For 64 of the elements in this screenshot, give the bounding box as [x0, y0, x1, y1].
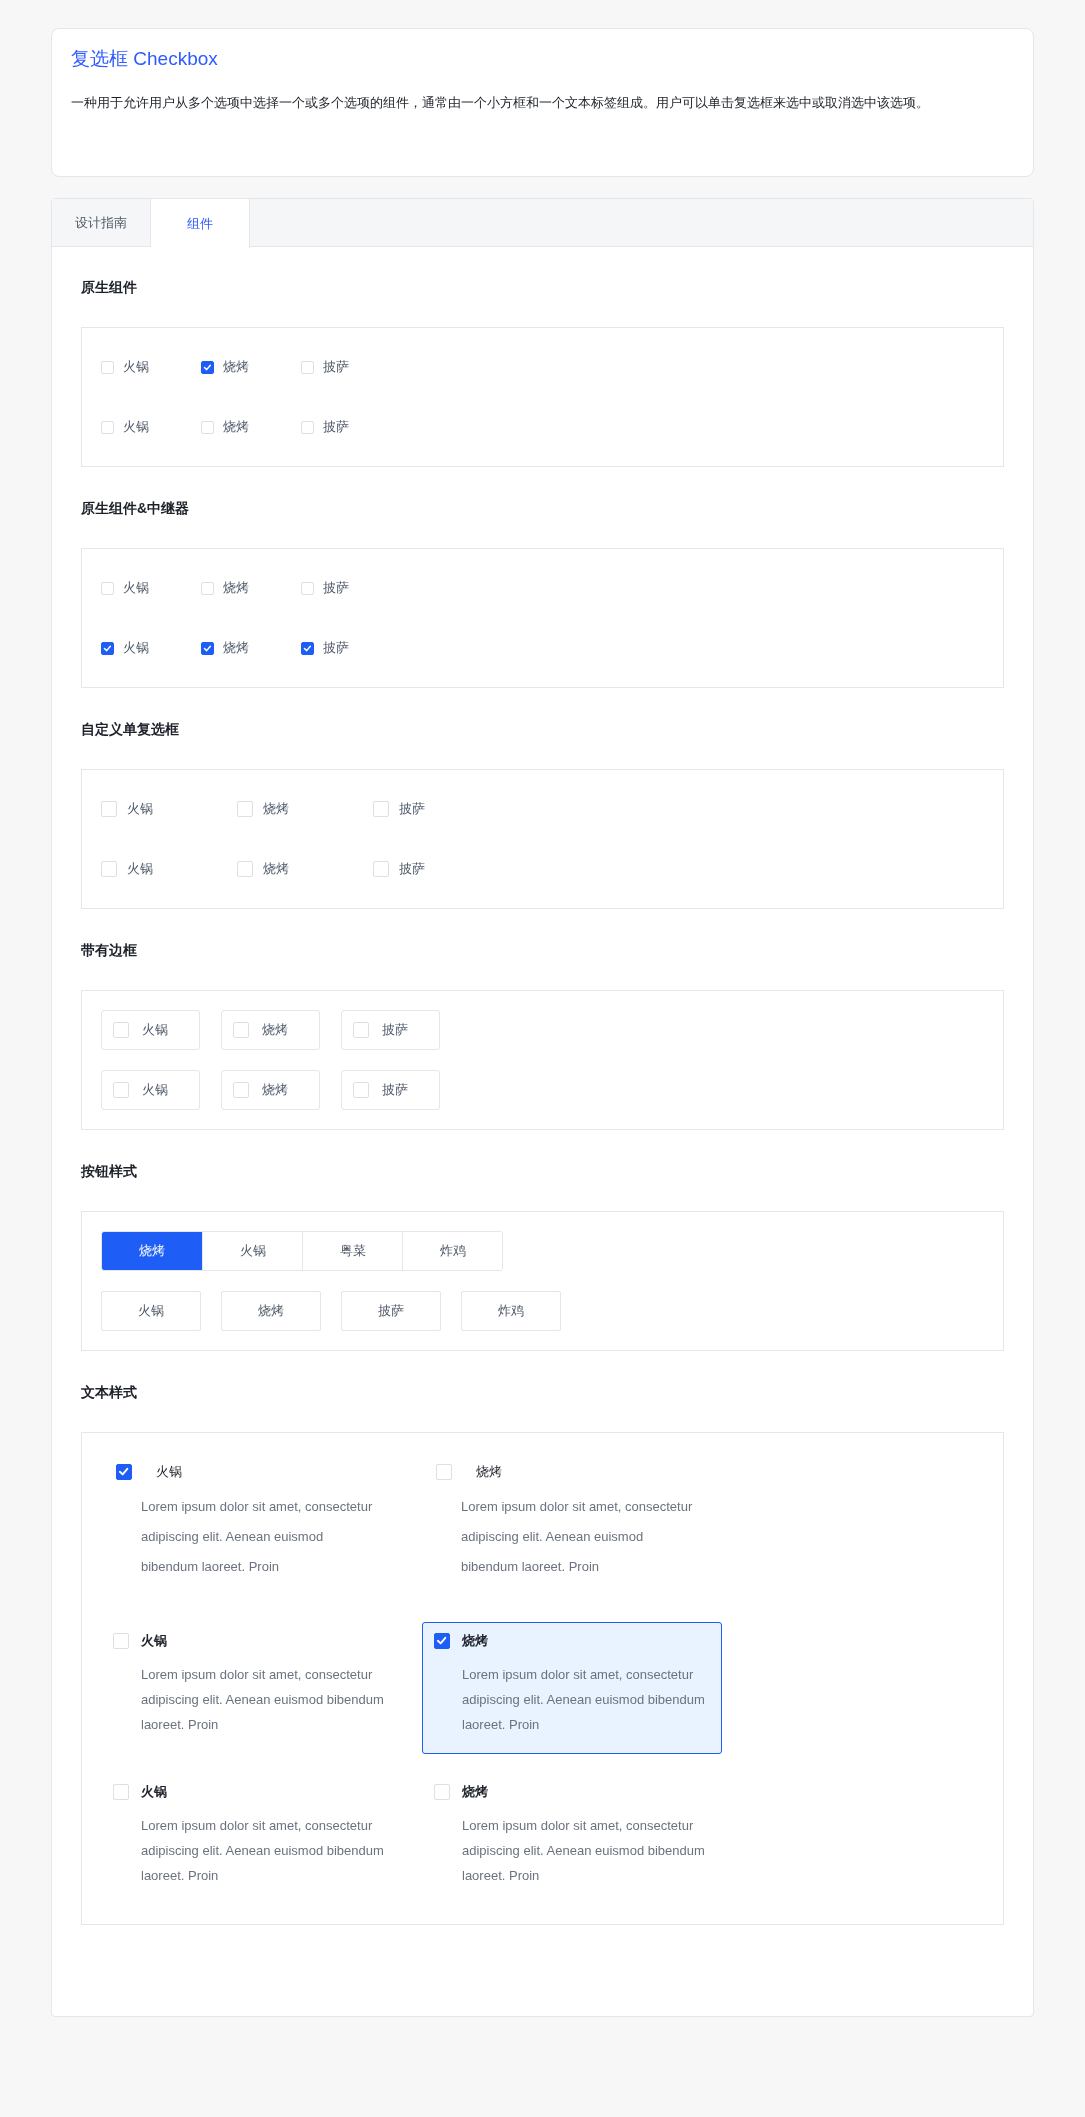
bordered-checkbox[interactable]: 火锅	[101, 1070, 200, 1110]
option-title: 烧烤	[462, 1632, 488, 1651]
check-icon	[203, 643, 212, 653]
bordered-checkbox[interactable]: 火锅	[101, 1010, 200, 1050]
checkbox-label: 火锅	[123, 639, 149, 658]
checkbox-label: 烧烤	[223, 579, 249, 598]
option-title: 烧烤	[462, 1783, 488, 1802]
option-description: Lorem ipsum dolor sit amet, consectetur adipiscing elit. Aenean euismod bibendum laoreet. Proin	[141, 1498, 374, 1576]
option-card[interactable]: 烧烤 Lorem ipsum dolor sit amet, consectetur adipiscing elit. Aenean euismod bibendum laoreet. Proin	[422, 1622, 722, 1754]
tab[interactable]: 组件	[151, 199, 250, 248]
option-description: Lorem ipsum dolor sit amet, consectetur adipiscing elit. Aenean euismod bibendum laoreet. Proin	[462, 1817, 706, 1885]
checkbox-label: 火锅	[127, 800, 153, 819]
section-title: 按钮样式	[81, 1162, 138, 1181]
checkbox-label: 披萨	[399, 860, 425, 879]
checkbox-label: 披萨	[399, 800, 425, 819]
checkbox-label: 烧烤	[263, 860, 289, 879]
checkbox[interactable]	[301, 641, 314, 655]
check-icon	[436, 1635, 448, 1647]
option-title: 火锅	[141, 1783, 167, 1802]
option-title: 火锅	[141, 1632, 167, 1651]
option-title: 烧烤	[476, 1463, 502, 1482]
section-title: 自定义单复选框	[81, 720, 180, 739]
check-icon	[303, 643, 312, 653]
option-description: Lorem ipsum dolor sit amet, consectetur adipiscing elit. Aenean euismod bibendum laoreet. Proin	[141, 1666, 385, 1734]
checkbox-label: 烧烤	[223, 358, 249, 377]
option-button[interactable]: 披萨	[341, 1291, 441, 1331]
option-button[interactable]: 火锅	[101, 1291, 201, 1331]
option-button[interactable]: 烧烤	[221, 1291, 321, 1331]
section-title: 文本样式	[81, 1383, 138, 1402]
check-icon	[118, 1466, 130, 1478]
bordered-checkbox[interactable]: 披萨	[341, 1070, 440, 1110]
option-title: 火锅	[156, 1463, 182, 1482]
checkbox-label: 火锅	[123, 358, 149, 377]
bordered-checkbox[interactable]: 烧烤	[221, 1070, 320, 1110]
option-button[interactable]: 炸鸡	[461, 1291, 561, 1331]
bordered-checkbox[interactable]: 烧烤	[221, 1010, 320, 1050]
checkbox-label: 披萨	[323, 639, 349, 658]
checkbox[interactable]	[201, 641, 214, 655]
checkbox[interactable]	[434, 1633, 450, 1649]
check-icon	[103, 643, 112, 653]
checkbox-label: 披萨	[323, 579, 349, 598]
checkbox-label: 火锅	[123, 418, 149, 437]
check-icon	[203, 362, 212, 372]
checkbox[interactable]	[116, 1464, 132, 1480]
bordered-checkbox[interactable]: 披萨	[341, 1010, 440, 1050]
checkbox-label: 火锅	[123, 579, 149, 598]
page-title: 复选框 Checkbox	[71, 47, 219, 71]
checkbox-label: 烧烤	[263, 800, 289, 819]
segment-button[interactable]: 炸鸡	[402, 1232, 502, 1270]
checkbox-label: 披萨	[323, 358, 349, 377]
page-description: 一种用于允许用户从多个选项中选择一个或多个选项的组件，通常由一个小方框和一个文本标签组成。用户可以单击复选框来选中或取消选中该选项。	[71, 94, 930, 112]
segment-button[interactable]: 烧烤	[102, 1232, 202, 1270]
option-description: Lorem ipsum dolor sit amet, consectetur adipiscing elit. Aenean euismod bibendum laoreet. Proin	[141, 1817, 385, 1885]
section-title: 原生组件	[81, 278, 138, 297]
checkbox[interactable]	[201, 360, 214, 374]
checkbox-label: 火锅	[127, 860, 153, 879]
checkbox[interactable]	[101, 641, 114, 655]
option-description: Lorem ipsum dolor sit amet, consectetur adipiscing elit. Aenean euismod bibendum laoreet. Proin	[462, 1666, 706, 1734]
section-title: 带有边框	[81, 941, 138, 960]
checkbox-label: 烧烤	[223, 418, 249, 437]
checkbox-label: 烧烤	[223, 639, 249, 658]
section-title: 原生组件&中继器	[81, 499, 191, 518]
checkbox-label: 披萨	[323, 418, 349, 437]
option-description: Lorem ipsum dolor sit amet, consectetur adipiscing elit. Aenean euismod bibendum laoreet. Proin	[461, 1498, 694, 1576]
